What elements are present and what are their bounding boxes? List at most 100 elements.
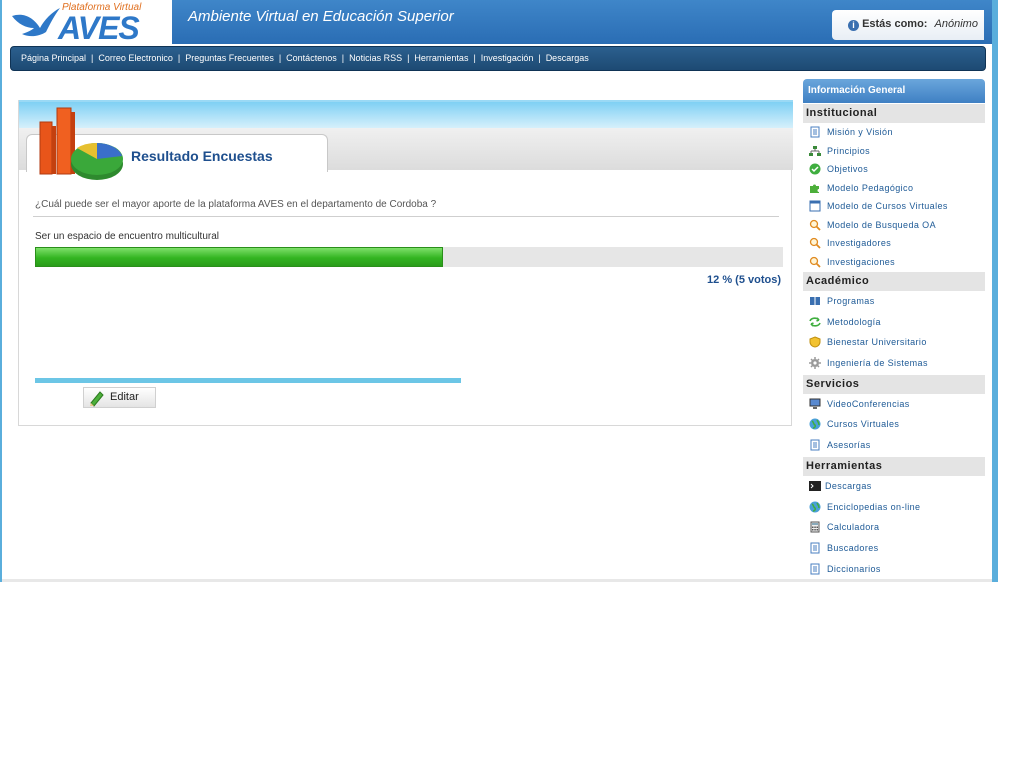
sidebar-item[interactable]: Modelo de Busqueda OA [803,216,985,235]
sidebar-section-items: Misión y Visión Principios Objetivos Modelo… [803,123,985,271]
sidebar-item[interactable]: Programas [803,291,985,312]
gear-icon [809,356,821,370]
poll-results-panel: Resultado Encuestas ¿Cuál puede ser el m… [18,100,793,426]
sidebar-item-label: Diccionarios [827,563,881,574]
user-status-label: Estás como: [862,18,928,30]
edit-button-label: Editar [110,391,139,403]
nav-separator: | [91,53,94,63]
magnifier-icon [809,219,821,231]
nav-item[interactable]: Contáctenos [286,53,337,63]
sidebar-item-label: Programas [827,296,875,306]
edit-button[interactable]: Editar [83,387,156,408]
sidebar-item[interactable]: Metodología [803,312,985,333]
sidebar-header: Información General [803,79,985,103]
sidebar-item[interactable]: Calculadora [803,517,985,538]
sidebar-item[interactable]: Objetivos [803,160,985,179]
nav-separator: | [407,53,410,63]
main-nav: Página Principal | Correo Electronico | Preg… [10,46,986,71]
terminal-icon [809,479,821,491]
panel-banner [19,100,793,128]
sidebar-item[interactable]: Investigaciones [803,253,985,272]
sitemap-icon [809,145,821,157]
sidebar-item-label: Descargas [825,480,872,491]
logo-text: AVES [58,10,140,46]
nav-item[interactable]: Preguntas Frecuentes [185,53,274,63]
site-header: Plataforma Virtual AVES Ambiente Virtual… [2,0,992,46]
sidebar-item[interactable]: Cursos Virtuales [803,414,985,435]
nav-item[interactable]: Noticias RSS [349,53,402,63]
poll-question: ¿Cuál puede ser el mayor aporte de la pl… [35,199,437,210]
shield-icon [809,335,821,348]
window-icon [809,200,821,212]
sidebar-item[interactable]: Enciclopedias on-line [803,497,985,518]
magnifier-icon [809,256,821,268]
sidebar-item-label: Modelo Pedagógico [827,182,914,193]
sidebar-section-items: Programas Metodología Bienestar Universita… [803,291,985,374]
sidebar-item-label: Ingeniería de Sistemas [827,358,928,369]
globe-icon [809,500,821,512]
sidebar-item[interactable]: VideoConferencias [803,394,985,415]
sidebar: Información General Institucional Misión … [803,79,985,582]
globe-icon [809,417,821,430]
sidebar-item-label: Cursos Virtuales [827,419,900,430]
nav-separator: | [177,53,181,63]
calculator-icon [809,520,821,533]
sidebar-section-title: Institucional [803,104,985,123]
sidebar-item-label: Bienestar Universitario [827,337,927,348]
sidebar-item-label: Calculadora [827,522,880,533]
sidebar-item-label: Asesorías [827,440,871,451]
sidebar-item[interactable]: Bienestar Universitario [803,332,985,353]
sidebar-item-label: Misión y Visión [827,127,893,137]
nav-item[interactable]: Investigación [481,53,534,63]
user-status: i Estás como: Anónimo [832,10,984,40]
nav-item[interactable]: Página Principal [21,53,86,63]
sidebar-item-label: Objetivos [827,164,869,174]
sidebar-item[interactable]: Modelo Pedagógico [803,179,985,198]
info-icon: i [848,20,859,31]
poll-result: 12 % (5 votos) [707,274,781,286]
section-divider [35,378,461,383]
nav-separator: | [473,53,476,63]
result-bar-fill [35,247,443,267]
nav-item[interactable]: Descargas [546,53,589,63]
nav-separator: | [278,53,282,63]
poll-title: Resultado Encuestas [131,148,273,164]
sidebar-item[interactable]: Investigadores [803,234,985,253]
nav-separator: | [341,53,345,63]
document-icon [809,541,821,554]
sidebar-item-label: Principios [827,145,871,156]
sidebar-item[interactable]: Misión y Visión [803,123,985,142]
document-icon [809,438,821,451]
site-logo[interactable]: Plataforma Virtual AVES [2,0,172,46]
result-bar-track [35,247,783,267]
sidebar-item-label: Buscadores [827,542,879,553]
sidebar-item[interactable]: Buscadores [803,538,985,559]
book-icon [809,294,821,306]
sidebar-item[interactable]: Asesorías [803,435,985,456]
document-icon [809,126,821,138]
pencil-icon [90,391,104,407]
sidebar-item[interactable]: Ingeniería de Sistemas [803,353,985,374]
sidebar-item-label: Enciclopedias on-line [827,501,921,512]
question-divider [33,216,779,217]
bar-pie-chart-icon [39,107,123,180]
sidebar-section-items: Descargas Enciclopedias on-line Calculador… [803,476,985,579]
document-icon [809,562,821,575]
poll-answer: Ser un espacio de encuentro multicultura… [35,231,219,242]
sidebar-item-label: Investigadores [827,238,892,248]
sidebar-item-label: Metodología [827,316,881,327]
sidebar-section-items: VideoConferencias Cursos Virtuales Asesorí… [803,394,985,456]
sidebar-item[interactable]: Principios [803,142,985,161]
sidebar-item[interactable]: Modelo de Cursos Virtuales [803,197,985,216]
site-title: Ambiente Virtual en Educación Superior [188,8,454,25]
sidebar-item-label: Modelo de Cursos Virtuales [827,201,948,211]
sidebar-item[interactable]: Diccionarios [803,559,985,580]
nav-item[interactable]: Herramientas [414,53,468,63]
nav-item[interactable]: Correo Electronico [98,53,173,63]
sidebar-section-title: Herramientas [803,456,985,476]
monitor-icon [809,397,821,409]
sidebar-item[interactable]: Descargas [803,476,985,497]
sidebar-item-label: Investigaciones [827,256,896,267]
nav-separator: | [538,53,541,63]
sidebar-sections: Institucional Misión y Visión Principios Ob… [803,104,985,579]
